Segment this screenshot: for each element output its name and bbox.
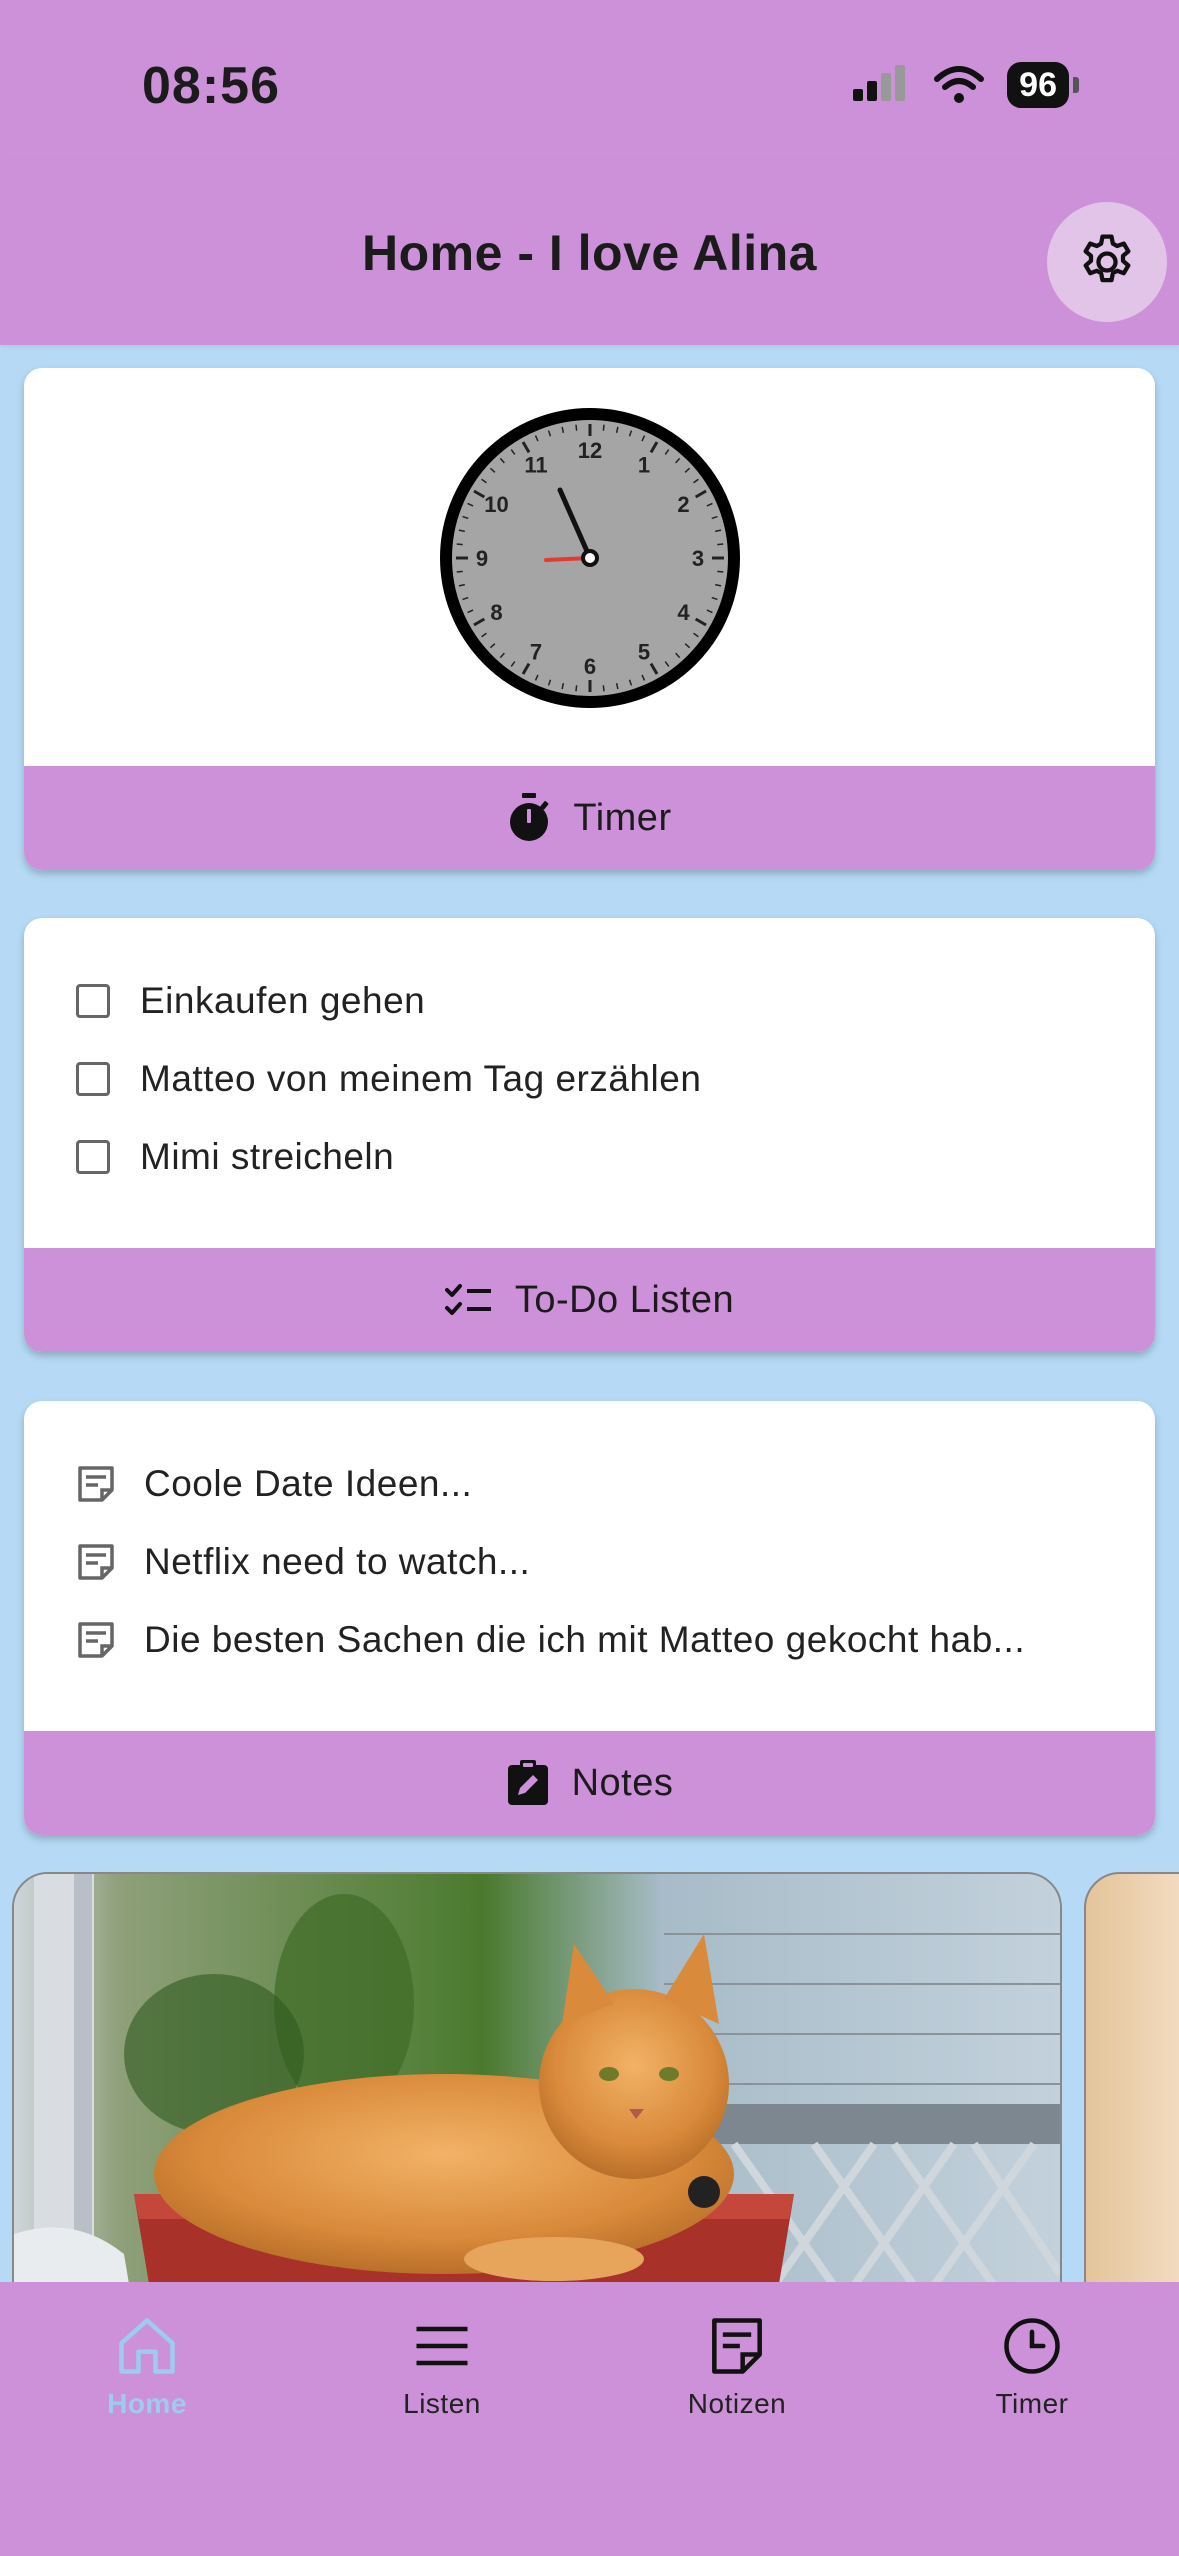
todo-item-label: Matteo von meinem Tag erzählen — [140, 1058, 702, 1099]
todo-lists-button[interactable]: To-Do Listen — [24, 1248, 1155, 1352]
todo-item[interactable]: Matteo von meinem Tag erzählen — [76, 1040, 701, 1118]
todo-lists-label: To-Do Listen — [514, 1278, 735, 1321]
nav-lists-label: Listen — [403, 2388, 481, 2419]
clock-number: 2 — [677, 492, 689, 517]
battery-indicator: 96 — [1007, 62, 1069, 108]
bottom-navigation: Home Listen Notizen Timer — [0, 2282, 1179, 2556]
clock-tick — [575, 685, 578, 692]
todo-item-label: Einkaufen gehen — [140, 980, 426, 1021]
note-item-label: Coole Date Ideen... — [144, 1463, 473, 1504]
clock-tick — [717, 543, 724, 546]
home-icon — [119, 2318, 175, 2374]
cat-photo[interactable] — [12, 1872, 1062, 2282]
analog-clock: 12 1 2 3 4 5 6 7 8 9 10 11 — [440, 408, 740, 708]
note-icon — [712, 2318, 762, 2374]
photo-carousel[interactable] — [0, 1872, 1179, 2282]
clock-number: 1 — [638, 452, 650, 477]
timer-label: Timer — [573, 796, 672, 839]
gear-icon — [1083, 234, 1131, 283]
clock-tick — [456, 543, 463, 546]
note-item-label: Netflix need to watch... — [144, 1541, 531, 1582]
clock-number: 12 — [578, 438, 602, 463]
clock-tick — [602, 424, 605, 431]
timer-card[interactable]: 12 1 2 3 4 5 6 7 8 9 10 11 Timer — [24, 368, 1155, 870]
checklist-icon — [444, 1284, 491, 1315]
status-time: 08:56 — [142, 57, 280, 115]
clock-number: 6 — [584, 654, 596, 679]
timer-button[interactable]: Timer — [24, 766, 1155, 870]
note-item[interactable]: Die besten Sachen die ich mit Matteo gek… — [76, 1601, 1025, 1679]
menu-icon — [416, 2326, 468, 2366]
note-item[interactable]: Coole Date Ideen... — [76, 1445, 1025, 1523]
nav-lists[interactable]: Listen — [342, 2312, 542, 2420]
clock-number: 3 — [692, 546, 704, 571]
nav-notes[interactable]: Notizen — [637, 2312, 837, 2420]
notes-list: Coole Date Ideen... Netflix need to watc… — [76, 1445, 1025, 1679]
page-title: Home - I love Alina — [362, 225, 817, 281]
note-item-label: Die besten Sachen die ich mit Matteo gek… — [144, 1619, 1026, 1660]
nav-notes-label: Notizen — [687, 2388, 787, 2419]
clock-number: 4 — [677, 600, 690, 625]
note-item[interactable]: Netflix need to watch... — [76, 1523, 1025, 1601]
todo-item[interactable]: Mimi streicheln — [76, 1118, 701, 1196]
photo-preview-next[interactable] — [1084, 1872, 1179, 2282]
clock-tick — [602, 685, 605, 692]
nav-home[interactable]: Home — [47, 2312, 247, 2420]
clock-number: 10 — [484, 492, 508, 517]
app-bar: Home - I love Alina — [0, 160, 1179, 345]
clock-number: 8 — [490, 600, 502, 625]
todo-checkbox[interactable] — [76, 1062, 110, 1096]
nav-timer-label: Timer — [995, 2388, 1069, 2419]
note-icon — [76, 1462, 120, 1506]
nav-timer[interactable]: Timer — [932, 2312, 1132, 2420]
nav-home-label: Home — [107, 2388, 187, 2419]
todo-card[interactable]: Einkaufen gehen Matteo von meinem Tag er… — [24, 918, 1155, 1352]
clock-number: 5 — [638, 640, 650, 665]
wifi-icon — [934, 66, 985, 103]
clock-tick — [456, 570, 463, 573]
status-icons: 96 — [851, 62, 1079, 108]
todo-item[interactable]: Einkaufen gehen — [76, 962, 701, 1040]
clock-tick — [717, 570, 724, 573]
clock-number: 9 — [476, 546, 488, 571]
clock-tick — [575, 424, 578, 431]
note-icon — [76, 1618, 120, 1662]
todo-checkbox[interactable] — [76, 984, 110, 1018]
clock-number: 7 — [530, 640, 542, 665]
note-icon — [76, 1540, 120, 1584]
notes-card[interactable]: Coole Date Ideen... Netflix need to watc… — [24, 1401, 1155, 1835]
todo-list: Einkaufen gehen Matteo von meinem Tag er… — [76, 962, 701, 1196]
todo-item-label: Mimi streicheln — [140, 1136, 395, 1177]
clock-number: 11 — [524, 452, 547, 477]
stopwatch-icon — [510, 793, 549, 841]
clipboard-edit-icon — [507, 1760, 548, 1805]
cellular-signal-icon — [853, 65, 906, 101]
clock-icon — [1004, 2318, 1060, 2374]
notes-label: Notes — [571, 1761, 674, 1804]
todo-checkbox[interactable] — [76, 1140, 110, 1174]
battery-nub — [1073, 77, 1079, 93]
status-bar: 08:56 96 — [0, 0, 1179, 160]
settings-button[interactable] — [1047, 202, 1167, 322]
notes-button[interactable]: Notes — [24, 1731, 1155, 1835]
